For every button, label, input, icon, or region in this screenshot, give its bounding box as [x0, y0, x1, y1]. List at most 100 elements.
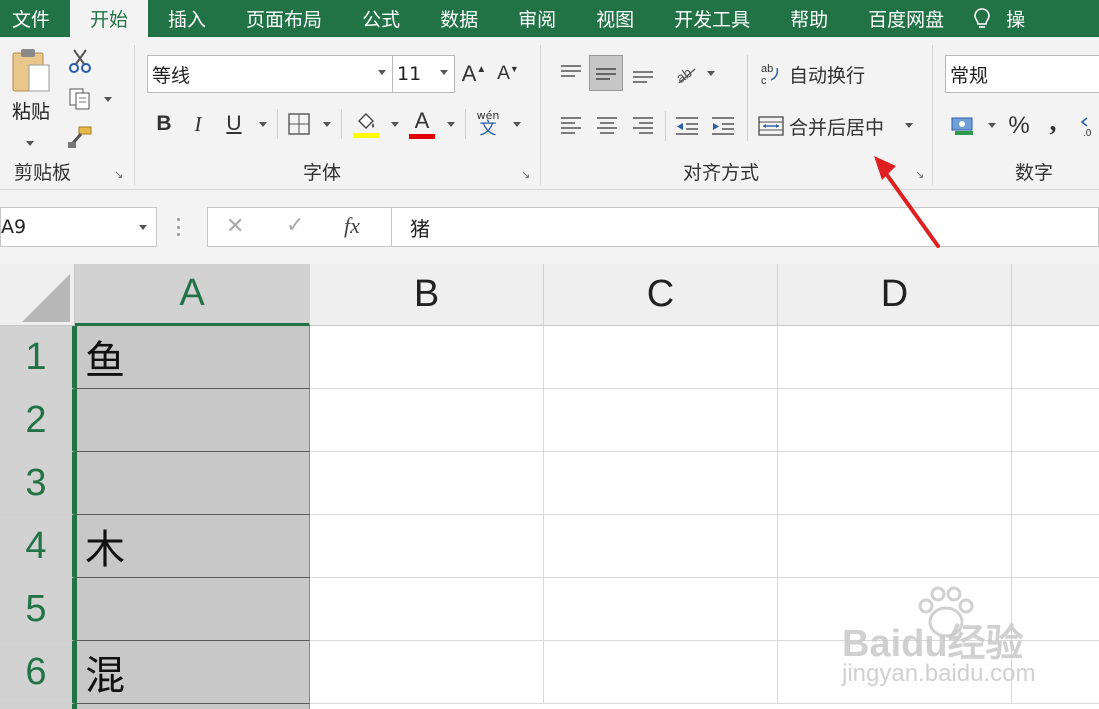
comma-style-button[interactable]: , — [1041, 105, 1065, 139]
orientation-icon[interactable]: ab — [671, 57, 701, 89]
cell-c5[interactable] — [544, 578, 778, 641]
tell-me-lightbulb-icon[interactable] — [964, 0, 1000, 37]
cell-e5[interactable] — [1012, 578, 1099, 641]
underline-dropdown-arrow[interactable] — [259, 122, 267, 127]
formula-bar-splitter-icon[interactable] — [177, 218, 181, 236]
enter-icon[interactable]: ✓ — [286, 213, 304, 238]
name-box[interactable]: A9 — [0, 207, 157, 247]
tab-page-layout[interactable]: 页面布局 — [226, 0, 342, 37]
cell-c6[interactable] — [544, 641, 778, 704]
paste-dropdown-arrow[interactable] — [26, 141, 34, 146]
increase-indent-icon[interactable] — [707, 109, 739, 143]
font-color-icon[interactable]: A — [407, 107, 437, 141]
cell-b3[interactable] — [310, 452, 544, 515]
column-header-d[interactable]: D — [778, 264, 1012, 326]
decrease-indent-icon[interactable] — [671, 109, 703, 143]
align-top-icon[interactable] — [555, 55, 587, 91]
cell-c1[interactable] — [544, 326, 778, 389]
merge-center-button[interactable]: 合并后居中 — [757, 109, 897, 143]
column-header-b[interactable]: B — [310, 264, 544, 326]
cell-e3[interactable] — [1012, 452, 1099, 515]
merge-center-dropdown-arrow[interactable] — [905, 123, 913, 128]
orientation-dropdown-arrow[interactable] — [707, 71, 715, 76]
cell-c2[interactable] — [544, 389, 778, 452]
tab-data[interactable]: 数据 — [420, 0, 498, 37]
row-header-5[interactable]: 5 — [0, 578, 75, 641]
align-right-icon[interactable] — [627, 109, 659, 143]
cell-a4[interactable]: 木 — [75, 515, 310, 578]
insert-function-icon[interactable]: fx — [344, 213, 360, 239]
cell-a3[interactable] — [75, 452, 310, 515]
cell-d4[interactable] — [778, 515, 1012, 578]
borders-icon[interactable] — [285, 109, 313, 139]
cell-c3[interactable] — [544, 452, 778, 515]
align-middle-icon[interactable] — [589, 55, 623, 91]
font-size-select[interactable]: 11 — [392, 55, 455, 93]
copy-icon[interactable] — [66, 85, 94, 113]
borders-dropdown-arrow[interactable] — [323, 122, 331, 127]
accounting-format-icon[interactable] — [947, 109, 979, 143]
align-left-icon[interactable] — [555, 109, 587, 143]
row-header-2[interactable]: 2 — [0, 389, 75, 452]
cell-a1[interactable]: 鱼 — [75, 326, 310, 389]
tab-file[interactable]: 文件 — [0, 0, 70, 37]
underline-button[interactable]: U — [221, 109, 247, 139]
cell-d1[interactable] — [778, 326, 1012, 389]
cell-a6[interactable]: 混 — [75, 641, 310, 704]
phonetic-dropdown-arrow[interactable] — [513, 122, 521, 127]
column-header-a[interactable]: A — [75, 264, 310, 326]
number-format-select[interactable]: 常规 — [945, 55, 1099, 93]
cell-a5[interactable] — [75, 578, 310, 641]
tab-insert[interactable]: 插入 — [148, 0, 226, 37]
paste-button[interactable]: 粘贴 — [6, 47, 56, 147]
font-name-select[interactable]: 等线 — [147, 55, 393, 93]
cell-e1[interactable] — [1012, 326, 1099, 389]
tab-home[interactable]: 开始 — [70, 0, 149, 37]
cell-b5[interactable] — [310, 578, 544, 641]
select-all-corner[interactable] — [0, 264, 75, 326]
decrease-font-size-button[interactable]: A ▼ — [495, 59, 521, 89]
formula-input[interactable]: 猪 — [391, 207, 1099, 247]
tab-review[interactable]: 审阅 — [498, 0, 576, 37]
tab-developer[interactable]: 开发工具 — [654, 0, 770, 37]
cell-a2[interactable] — [75, 389, 310, 452]
chevron-down-icon[interactable] — [139, 225, 147, 230]
row-header-6[interactable]: 6 — [0, 641, 75, 704]
align-center-icon[interactable] — [591, 109, 623, 143]
increase-decimal-icon[interactable]: .0 — [1079, 109, 1099, 143]
row-header-1[interactable]: 1 — [0, 326, 75, 389]
tab-baidu-netdisk[interactable]: 百度网盘 — [848, 0, 964, 37]
cut-icon[interactable] — [66, 47, 94, 75]
row-header-4[interactable]: 4 — [0, 515, 75, 578]
cell-e4[interactable] — [1012, 515, 1099, 578]
cell-b2[interactable] — [310, 389, 544, 452]
clipboard-launcher-icon[interactable]: ↘ — [114, 169, 126, 181]
cell-b6[interactable] — [310, 641, 544, 704]
tell-me-search[interactable]: 操 — [1000, 0, 1025, 37]
phonetic-guide-button[interactable]: wén 文 — [473, 107, 503, 141]
accounting-dropdown-arrow[interactable] — [988, 123, 996, 128]
increase-font-size-button[interactable]: A ▲ — [461, 59, 487, 89]
fill-color-icon[interactable] — [351, 107, 381, 141]
font-launcher-icon[interactable]: ↘ — [521, 169, 533, 181]
percent-button[interactable]: % — [1005, 109, 1033, 143]
cell-b1[interactable] — [310, 326, 544, 389]
cell-a7[interactable] — [75, 704, 310, 709]
cell-b4[interactable] — [310, 515, 544, 578]
tab-formulas[interactable]: 公式 — [342, 0, 420, 37]
row-header-3[interactable]: 3 — [0, 452, 75, 515]
copy-dropdown-arrow[interactable] — [104, 97, 112, 102]
cancel-icon[interactable]: ✕ — [226, 214, 244, 239]
tab-view[interactable]: 视图 — [576, 0, 654, 37]
row-header-7[interactable] — [0, 704, 75, 709]
fill-color-dropdown-arrow[interactable] — [391, 122, 399, 127]
format-painter-icon[interactable] — [66, 123, 94, 151]
cell-d2[interactable] — [778, 389, 1012, 452]
bold-button[interactable]: B — [151, 109, 177, 139]
wrap-text-button[interactable]: ab c 自动换行 — [759, 57, 879, 91]
italic-button[interactable]: I — [185, 109, 211, 139]
cell-d3[interactable] — [778, 452, 1012, 515]
tab-help[interactable]: 帮助 — [770, 0, 848, 37]
cell-e2[interactable] — [1012, 389, 1099, 452]
column-header-e[interactable] — [1012, 264, 1099, 326]
